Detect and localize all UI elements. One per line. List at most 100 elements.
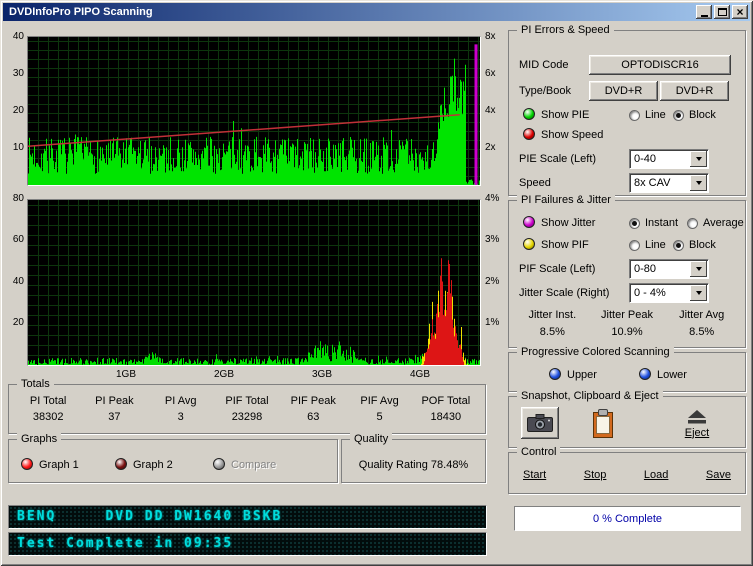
pif-block-radio[interactable] xyxy=(673,240,684,251)
axis-tick: 80 xyxy=(4,193,24,205)
totals-column-header: PIF Peak xyxy=(280,395,346,407)
maximize-icon xyxy=(718,8,727,16)
load-button[interactable]: Load xyxy=(644,469,668,481)
title-bar[interactable]: DVDInfoPro PIPO Scanning × xyxy=(3,3,750,21)
totals-column: PI Peak37 xyxy=(81,395,147,429)
close-icon: × xyxy=(736,7,743,17)
jitter-average-radio[interactable] xyxy=(687,218,698,229)
show-pif-led[interactable] xyxy=(523,238,535,250)
show-pif-label[interactable]: Show PIF xyxy=(541,239,589,252)
lower-led[interactable] xyxy=(639,368,651,380)
pi-errors-speed-group: PI Errors & Speed MID Code OPTODISCR16 T… xyxy=(508,30,746,196)
jitter-stat-value: 8.5% xyxy=(515,326,590,338)
show-pie-label[interactable]: Show PIE xyxy=(541,109,589,122)
compare-led xyxy=(213,458,225,470)
camera-icon xyxy=(527,414,553,432)
eject-label[interactable]: Eject xyxy=(685,427,709,439)
graph2-label[interactable]: Graph 2 xyxy=(133,459,173,472)
axis-tick: 60 xyxy=(4,234,24,246)
pie-line-label[interactable]: Line xyxy=(645,109,666,122)
axis-tick: 2x xyxy=(485,142,507,154)
progressive-scanning-title: Progressive Colored Scanning xyxy=(517,346,674,358)
chevron-down-icon xyxy=(696,267,702,271)
upper-led[interactable] xyxy=(549,368,561,380)
totals-group-title: Totals xyxy=(17,378,54,390)
jitter-average-label[interactable]: Average xyxy=(703,217,744,230)
pie-scale-dropdown[interactable]: 0-40 xyxy=(629,149,709,169)
show-speed-label[interactable]: Show Speed xyxy=(541,129,603,142)
chevron-down-icon xyxy=(696,157,702,161)
graphs-group: Graphs Graph 1 Graph 2 Compare xyxy=(8,439,338,483)
axis-tick: 1GB xyxy=(106,369,146,381)
stop-button[interactable]: Stop xyxy=(584,469,607,481)
book-type-button[interactable]: DVD+R xyxy=(660,81,729,101)
eject-button[interactable]: Eject xyxy=(671,403,723,445)
control-group: Control StartStopLoadSave xyxy=(508,452,746,494)
jitter-scale-dropdown[interactable]: 0 - 4% xyxy=(629,283,709,303)
speed-chevron-button[interactable] xyxy=(690,175,707,191)
pif-line-radio[interactable] xyxy=(629,240,640,251)
jitter-stat-value: 8.5% xyxy=(664,326,739,338)
show-pie-led[interactable] xyxy=(523,108,535,120)
maximize-button[interactable] xyxy=(714,5,730,19)
progress-text: 0 % Complete xyxy=(593,513,662,525)
pif-block-label[interactable]: Block xyxy=(689,239,716,252)
save-button[interactable]: Save xyxy=(706,469,731,481)
app-window: DVDInfoPro PIPO Scanning × Totals PI Tot… xyxy=(0,0,753,566)
mid-code-button[interactable]: OPTODISCR16 xyxy=(589,55,731,75)
pie-scale-value: 0-40 xyxy=(634,152,656,167)
speed-dropdown[interactable]: 8x CAV xyxy=(629,173,709,193)
lower-label[interactable]: Lower xyxy=(657,369,687,382)
jitter-scale-chevron-button[interactable] xyxy=(690,285,707,301)
start-button[interactable]: Start xyxy=(523,469,546,481)
graph1-led[interactable] xyxy=(21,458,33,470)
totals-group: Totals PI Total38302PI Peak37PI Avg3PIF … xyxy=(8,384,486,434)
disc-type-button[interactable]: DVD+R xyxy=(589,81,658,101)
totals-column: POF Total18430 xyxy=(413,395,479,429)
jitter-stat-label: Jitter Peak xyxy=(590,309,665,321)
pie-block-label[interactable]: Block xyxy=(689,109,716,122)
jitter-stat-label: Jitter Avg xyxy=(664,309,739,321)
pif-graph-frame xyxy=(27,199,481,366)
pie-block-radio[interactable] xyxy=(673,110,684,121)
graphs-group-title: Graphs xyxy=(17,433,61,445)
upper-label[interactable]: Upper xyxy=(567,369,597,382)
chevron-down-icon xyxy=(696,181,702,185)
minimize-button[interactable] xyxy=(696,5,712,19)
pif-line-label[interactable]: Line xyxy=(645,239,666,252)
pif-scale-dropdown[interactable]: 0-80 xyxy=(629,259,709,279)
totals-column-header: PI Avg xyxy=(148,395,214,407)
snapshot-button[interactable] xyxy=(521,407,559,439)
pi-errors-speed-title: PI Errors & Speed xyxy=(517,24,614,36)
pif-scale-chevron-button[interactable] xyxy=(690,261,707,277)
jitter-stat: Jitter Peak 10.9% xyxy=(590,309,665,338)
jitter-stat: Jitter Inst. 8.5% xyxy=(515,309,590,338)
graph1-label[interactable]: Graph 1 xyxy=(39,459,79,472)
clipboard-button[interactable] xyxy=(583,405,623,443)
jitter-instant-label[interactable]: Instant xyxy=(645,217,678,230)
totals-column: PIF Peak63 xyxy=(280,395,346,429)
jitter-stat: Jitter Avg 8.5% xyxy=(664,309,739,338)
pie-line-radio[interactable] xyxy=(629,110,640,121)
mid-code-label: MID Code xyxy=(519,59,569,72)
pie-scale-label: PIE Scale (Left) xyxy=(519,153,596,166)
close-button[interactable]: × xyxy=(732,5,748,19)
pif-scale-label: PIF Scale (Left) xyxy=(519,263,595,276)
control-group-title: Control xyxy=(517,446,560,458)
jitter-stat-value: 10.9% xyxy=(590,326,665,338)
totals-column: PIF Avg5 xyxy=(346,395,412,429)
jitter-instant-radio[interactable] xyxy=(629,218,640,229)
axis-tick: 2% xyxy=(485,276,507,288)
totals-value: 18430 xyxy=(413,411,479,423)
show-speed-led[interactable] xyxy=(523,128,535,140)
totals-column-header: PIF Avg xyxy=(346,395,412,407)
jitter-scale-value: 0 - 4% xyxy=(634,286,666,301)
pi-failures-jitter-group: PI Failures & Jitter Show Jitter Instant… xyxy=(508,200,746,348)
jitter-stat-label: Jitter Inst. xyxy=(515,309,590,321)
pie-scale-chevron-button[interactable] xyxy=(690,151,707,167)
show-jitter-led[interactable] xyxy=(523,216,535,228)
show-jitter-label[interactable]: Show Jitter xyxy=(541,217,595,230)
axis-tick: 3GB xyxy=(302,369,342,381)
graph2-led[interactable] xyxy=(115,458,127,470)
control-buttons: Start Stop Load Save xyxy=(523,469,731,481)
